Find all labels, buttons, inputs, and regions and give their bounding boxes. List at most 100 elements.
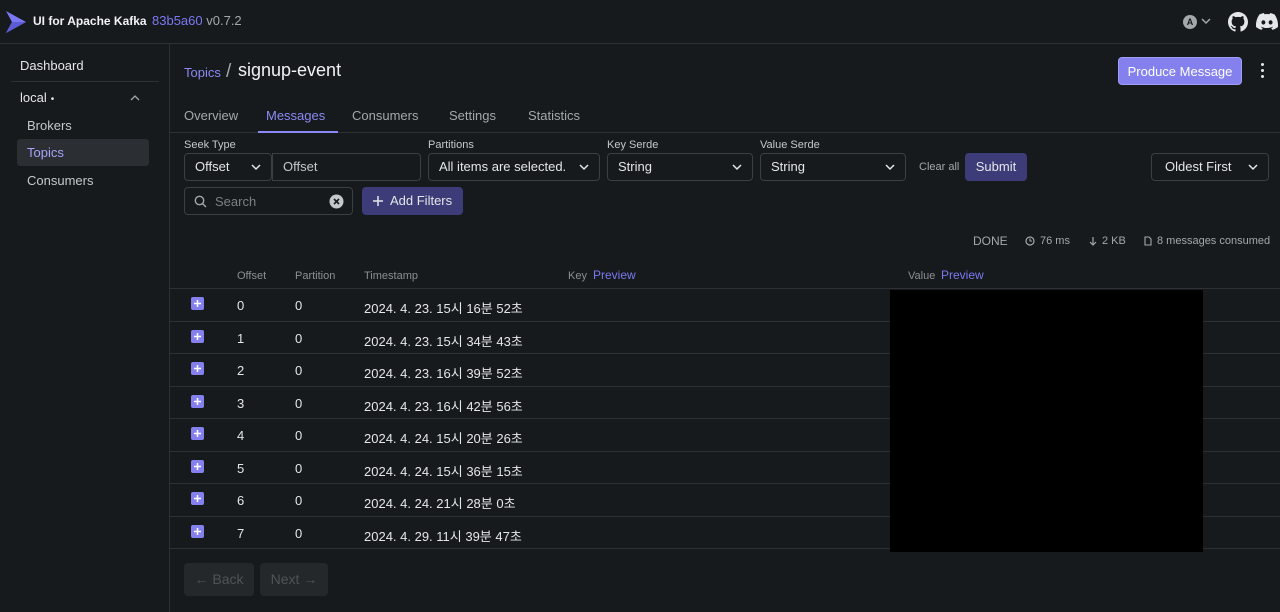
- tab-settings[interactable]: Settings: [449, 108, 496, 133]
- timestamp-cell: 2024. 4. 29. 11시 39분 47초: [364, 528, 522, 544]
- offset-cell: 0: [237, 298, 245, 313]
- topic-tabs: Overview Messages Consumers Settings Sta…: [170, 100, 1280, 133]
- expand-row-icon[interactable]: [191, 492, 204, 505]
- offset-cell: 4: [237, 428, 245, 443]
- redacted-value-area: [890, 290, 1203, 552]
- offset-cell: 7: [237, 525, 245, 541]
- partition-cell: 0: [295, 460, 303, 476]
- sidebar-item-dashboard[interactable]: Dashboard: [11, 54, 159, 78]
- chevron-up-icon[interactable]: [129, 92, 141, 104]
- document-icon: [1144, 236, 1152, 246]
- key-serde-label: Key Serde: [607, 139, 659, 151]
- arrow-down-icon: [1089, 237, 1097, 246]
- expand-row-icon[interactable]: [191, 459, 204, 473]
- clear-all-button[interactable]: Clear all: [919, 161, 959, 173]
- messages-table-header: Offset Partition Timestamp Key Preview V…: [170, 264, 1280, 289]
- partition-cell: 0: [295, 493, 303, 508]
- top-bar: UI for Apache Kafka 83b5a60 v0.7.2 A: [0, 0, 1280, 44]
- tab-overview[interactable]: Overview: [184, 108, 238, 133]
- sidebar: Dashboard local • Brokers Topics Consumer…: [0, 44, 170, 612]
- sidebar-item-brokers[interactable]: Brokers: [17, 112, 149, 139]
- timestamp-cell: 2024. 4. 24. 21시 28분 0초: [364, 496, 516, 511]
- seek-type-label: Seek Type: [184, 139, 236, 151]
- column-timestamp: Timestamp: [364, 270, 418, 282]
- timestamp-cell: 2024. 4. 23. 15시 34분 43초: [364, 333, 523, 349]
- produce-message-button[interactable]: Produce Message: [1118, 57, 1242, 85]
- sidebar-divider: [11, 81, 159, 82]
- chevron-down-icon: [732, 164, 742, 171]
- consume-status: DONE: [973, 234, 1008, 248]
- clear-search-icon[interactable]: [329, 194, 344, 209]
- sort-order-value: Oldest First: [1165, 159, 1232, 174]
- clock-icon: [1025, 236, 1035, 246]
- add-filters-label: Add Filters: [390, 193, 453, 208]
- next-button[interactable]: Next →: [260, 563, 328, 596]
- key-serde-value: String: [618, 159, 652, 174]
- user-menu[interactable]: A: [1183, 12, 1213, 32]
- back-button[interactable]: ← Back: [184, 563, 254, 596]
- expand-row-icon[interactable]: [191, 394, 204, 408]
- cluster-name: local: [20, 90, 47, 105]
- partitions-select[interactable]: All items are selected.: [428, 153, 600, 181]
- partitions-label: Partitions: [428, 139, 474, 151]
- commit-hash-link[interactable]: 83b5a60: [152, 13, 203, 28]
- expand-row-icon[interactable]: [191, 362, 204, 375]
- search-field: [184, 187, 353, 215]
- expand-row-icon[interactable]: [191, 524, 204, 538]
- value-serde-select[interactable]: String: [760, 153, 906, 181]
- partition-cell: 0: [295, 330, 303, 346]
- discord-icon[interactable]: [1256, 13, 1278, 31]
- search-input[interactable]: [215, 188, 315, 214]
- sort-order-select[interactable]: Oldest First: [1151, 153, 1269, 181]
- column-partition: Partition: [295, 270, 336, 282]
- tab-statistics[interactable]: Statistics: [528, 108, 580, 133]
- chevron-down-icon: [579, 164, 589, 171]
- messages-consumed: 8 messages consumed: [1157, 235, 1271, 247]
- key-serde-select[interactable]: String: [607, 153, 753, 181]
- column-offset: Offset: [237, 270, 267, 282]
- breadcrumb-topics-link[interactable]: Topics: [184, 65, 221, 80]
- chevron-down-icon: [1248, 164, 1258, 171]
- timestamp-cell: 2024. 4. 23. 16시 39분 52초: [364, 366, 523, 381]
- sidebar-item-consumers[interactable]: Consumers: [17, 167, 149, 194]
- app-name[interactable]: UI for Apache Kafka: [33, 14, 147, 28]
- timestamp-cell: 2024. 4. 24. 15시 20분 26초: [364, 431, 523, 446]
- more-options-icon[interactable]: [1255, 60, 1269, 82]
- chevron-down-icon: [885, 164, 895, 171]
- chevron-down-icon: [1201, 18, 1211, 25]
- offset-cell: 2: [237, 363, 245, 378]
- plus-icon: [373, 196, 383, 206]
- timestamp-cell: 2024. 4. 23. 15시 16분 52초: [364, 301, 523, 316]
- tab-consumers[interactable]: Consumers: [352, 108, 418, 133]
- column-value: Value: [908, 270, 936, 282]
- kafka-logo-icon[interactable]: [6, 9, 28, 35]
- partitions-value: All items are selected.: [439, 159, 567, 174]
- bytes-consumed: 2 KB: [1102, 235, 1126, 247]
- seek-type-select[interactable]: Offset: [184, 153, 272, 181]
- column-key: Key: [568, 270, 587, 282]
- timestamp-cell: 2024. 4. 24. 15시 36분 15초: [364, 463, 523, 479]
- submit-button[interactable]: Submit: [965, 153, 1027, 181]
- offset-cell: 5: [237, 460, 245, 476]
- expand-row-icon[interactable]: [191, 427, 204, 440]
- github-icon[interactable]: [1228, 12, 1248, 32]
- partition-cell: 0: [295, 363, 303, 378]
- tab-messages[interactable]: Messages: [258, 108, 338, 133]
- breadcrumb-separator: /: [226, 61, 232, 82]
- partition-cell: 0: [295, 298, 303, 313]
- offset-input[interactable]: Offset: [272, 153, 421, 181]
- page-title: signup-event: [238, 60, 342, 80]
- add-filters-button[interactable]: Add Filters: [362, 187, 463, 215]
- expand-row-icon[interactable]: [191, 329, 204, 343]
- offset-cell: 3: [237, 395, 245, 411]
- sidebar-item-topics[interactable]: Topics: [17, 139, 149, 166]
- value-serde-label: Value Serde: [760, 139, 820, 151]
- seek-type-value: Offset: [195, 159, 230, 174]
- partition-cell: 0: [295, 395, 303, 411]
- avatar: A: [1183, 15, 1197, 29]
- value-preview-button[interactable]: Preview: [941, 268, 984, 282]
- version-number: v0.7.2: [206, 13, 242, 28]
- key-preview-button[interactable]: Preview: [593, 268, 636, 282]
- search-icon: [194, 195, 207, 208]
- expand-row-icon[interactable]: [191, 297, 204, 310]
